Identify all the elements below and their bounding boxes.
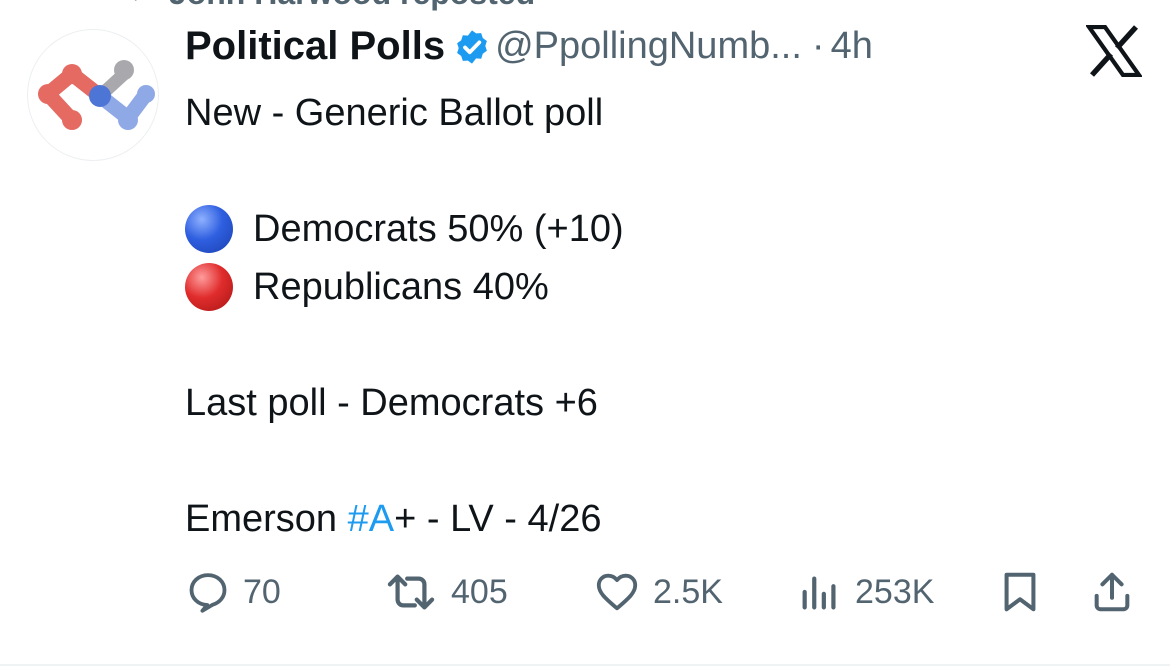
view-count: 253K: [855, 572, 935, 611]
republicans-result: Republicans 40%: [253, 266, 549, 308]
repost-text[interactable]: John Harwood reposted: [169, 0, 535, 11]
author-name[interactable]: Political Polls: [185, 24, 445, 68]
republicans-line: Republicans 40%: [185, 258, 624, 316]
repost-indicator: John Harwood reposted: [120, 0, 535, 11]
action-bar: 70 405 2.5K 253K: [185, 562, 1145, 622]
views-icon: [802, 576, 836, 610]
share-icon: [1094, 572, 1130, 612]
reply-icon: [189, 573, 227, 613]
tweet-timestamp[interactable]: 4h: [831, 25, 873, 67]
tweet-text: New - Generic Ballot poll Democrats 50% …: [185, 84, 624, 548]
hashtag-link[interactable]: #A: [348, 498, 394, 540]
like-count: 2.5K: [653, 572, 723, 611]
repost-small-icon: [120, 0, 160, 12]
last-poll-line: Last poll - Democrats +6: [185, 382, 598, 424]
democrats-line: Democrats 50% (+10): [185, 200, 624, 258]
repost-button[interactable]: 405: [383, 562, 508, 622]
avatar[interactable]: [27, 29, 159, 161]
bookmark-button[interactable]: [997, 562, 1043, 622]
like-button[interactable]: 2.5K: [593, 562, 723, 622]
repost-count: 405: [451, 572, 508, 611]
meta-separator: ·: [811, 25, 825, 67]
poll-title: New - Generic Ballot poll: [185, 92, 604, 134]
repost-icon: [387, 574, 435, 610]
bookmark-icon: [1004, 572, 1036, 612]
verified-badge-icon[interactable]: [453, 28, 491, 66]
blue-circle-icon: [185, 204, 233, 253]
reply-count: 70: [243, 572, 281, 611]
source-line: Emerson #A+ - LV - 4/26: [185, 490, 624, 548]
share-button[interactable]: [1089, 562, 1135, 622]
democrats-result: Democrats 50% (+10): [253, 208, 624, 250]
red-circle-icon: [185, 262, 233, 311]
views-button[interactable]: 253K: [797, 562, 934, 622]
tweet-header: Political Polls @PpollingNumb... · 4h: [185, 24, 873, 76]
author-handle[interactable]: @PpollingNumb...: [495, 25, 802, 67]
reply-button[interactable]: 70: [185, 562, 281, 622]
source-prefix: Emerson: [185, 498, 348, 540]
source-suffix: + - LV - 4/26: [394, 498, 602, 540]
divider: [0, 664, 1170, 666]
political-polls-logo-icon: [38, 60, 155, 130]
like-icon: [596, 573, 638, 611]
x-logo-icon[interactable]: [1084, 24, 1144, 78]
